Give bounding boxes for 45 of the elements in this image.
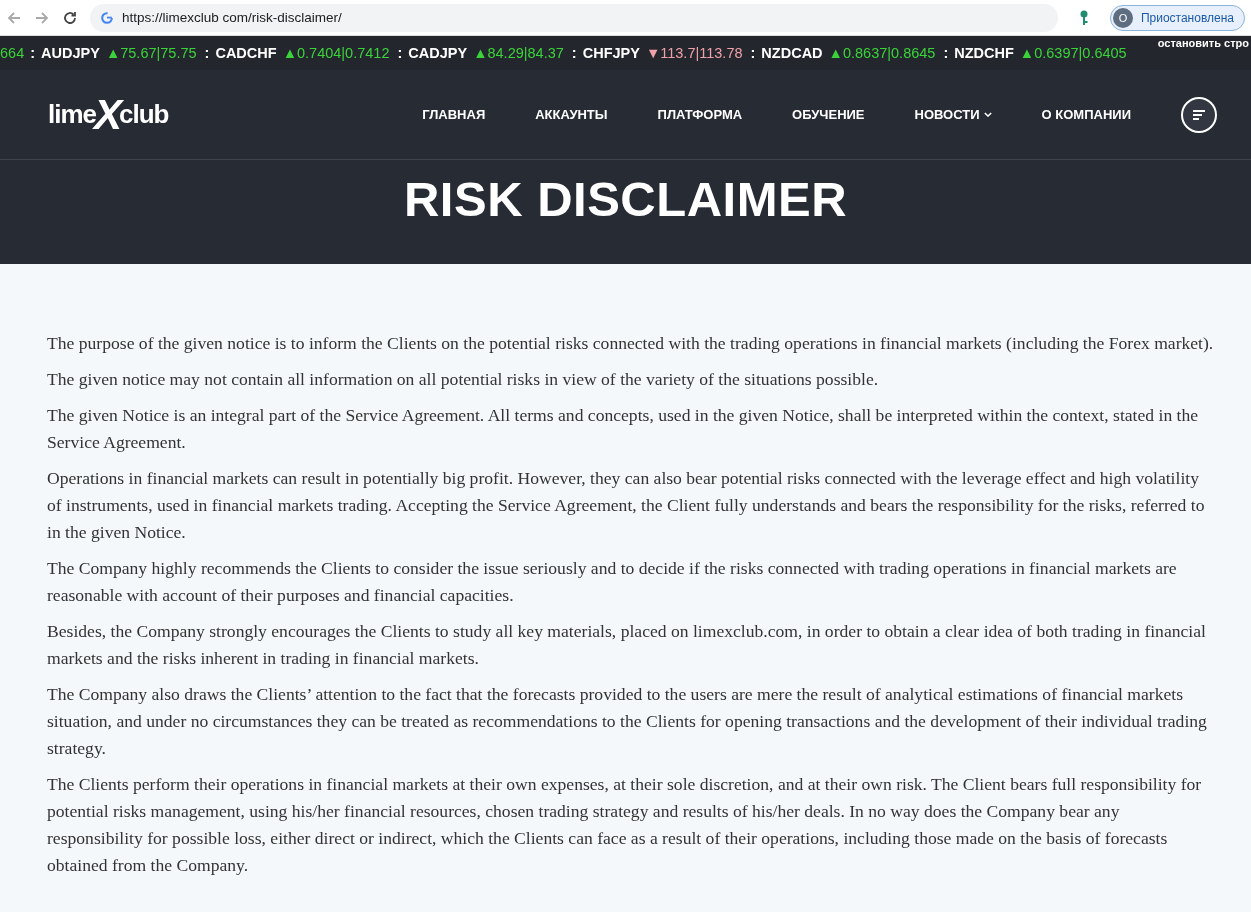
page-title: RISK DISCLAIMER	[403, 171, 848, 227]
paragraph: Besides, the Company strongly encourages the Clients to study all key materials, placed on limexclub.com, in order to obtain a clear idea of both trading in financial markets and the risks inherent in trading in financial markets.	[47, 620, 1207, 670]
ticker-separator: :	[571, 45, 577, 61]
paragraph: Operations in financial markets can result in potentially big profit. However, they can also bear potential risks connected with the leverage effect and high volatility of instruments, used in financial markets trading. Accepting the Service Agreement, the Client fully understands and bears the responsibility for the risks, referred to in the given Notice.	[47, 467, 1206, 544]
ticker-separator: :	[750, 45, 756, 61]
paragraph: The purpose of the given notice is to inform the Clients on the potential risks connected with the trading operations in financial markets (including the Forex market).	[47, 332, 1215, 355]
currency-pair: NZDCHF	[954, 45, 1014, 61]
nav-link[interactable]: ПЛАТФОРМА	[657, 107, 743, 122]
paragraph: The Company also draws the Clients’ attention to the fact that the forecasts provided to the users are mere the result of analytical estimations of financial markets situation, and under no circumstances they can be treated as recommendations to the Clients for opening transactions and the development of their individual trading strategy.	[47, 683, 1208, 760]
currency-pair: CHFJPY	[582, 45, 640, 61]
profile-button[interactable]: О Приостановлена	[1109, 4, 1245, 31]
ticker-separator: :	[204, 45, 210, 61]
back-icon[interactable]	[6, 9, 22, 26]
reload-icon[interactable]	[62, 9, 78, 26]
nav-link[interactable]: НОВОСТИ	[914, 107, 992, 122]
ticker-separator: :	[30, 45, 36, 61]
paragraph: The given notice may not contain all information on all potential risks in view of the variety of the situations possible.	[47, 368, 880, 391]
paragraph: The Clients perform their operations in financial markets at their own expenses, at their sole discretion, and at their own risk. The Client bears full responsibility for potential risks management, using his/her financial resources, chosen trading strategy and results of his/her deals. In no way does the Company bear any responsibility for possible loss, either direct or indirect, which the Clients can face as a result of their operations, including those made on the basis of forecasts obtained from the Company.	[47, 773, 1203, 877]
quote-value: ▲75.67|75.75	[105, 45, 197, 61]
currency-pair: NZDCAD	[761, 45, 823, 61]
currency-pair: CADJPY	[408, 45, 468, 61]
paragraph: The Company highly recommends the Clients to consider the issue seriously and to decide if the risks connected with trading operations in financial markets are reasonable with account of their purposes and financial capacities.	[47, 557, 1178, 607]
paragraph: The given Notice is an integral part of the Service Agreement. All terms and concepts, used in the given Notice, shall be interpreted within the context, stated in the Service Agreement.	[47, 404, 1200, 454]
address-bar[interactable]: https://limexclub com/risk-disclaimer/	[90, 3, 1058, 32]
nav-link[interactable]: ОБУЧЕНИЕ	[792, 107, 865, 122]
quote-value: ▲0.7404|0.7412	[282, 45, 390, 61]
quote-value: ▲0.8637|0.8645	[828, 45, 936, 61]
nav-link[interactable]: О КОМПАНИИ	[1041, 107, 1131, 122]
profile-status: Приостановлена	[1140, 10, 1234, 25]
currency-pair: AUDJPY	[41, 45, 100, 61]
ticker-separator: :	[943, 45, 949, 61]
nav-link[interactable]: ГЛАВНАЯ	[422, 107, 486, 122]
quote-value: ▼113.7|113.78	[645, 45, 743, 61]
profile-avatar: О	[1112, 7, 1133, 28]
currency-pair: CADCHF	[215, 45, 277, 61]
google-icon	[100, 10, 114, 25]
quote-value: ▲0.6397|0.6405	[1019, 45, 1127, 61]
site-logo[interactable]: limeXclub	[48, 93, 169, 136]
ticker-separator: :	[397, 45, 403, 61]
quote-fragment: 664	[0, 45, 25, 61]
url-text: https://limexclub com/risk-disclaimer/	[122, 10, 342, 25]
forward-icon[interactable]	[34, 9, 50, 26]
menu-button[interactable]	[1181, 96, 1217, 133]
quote-value: ▲84.29|84.37	[473, 45, 564, 61]
nav-link[interactable]: АККАУНТЫ	[535, 107, 608, 122]
